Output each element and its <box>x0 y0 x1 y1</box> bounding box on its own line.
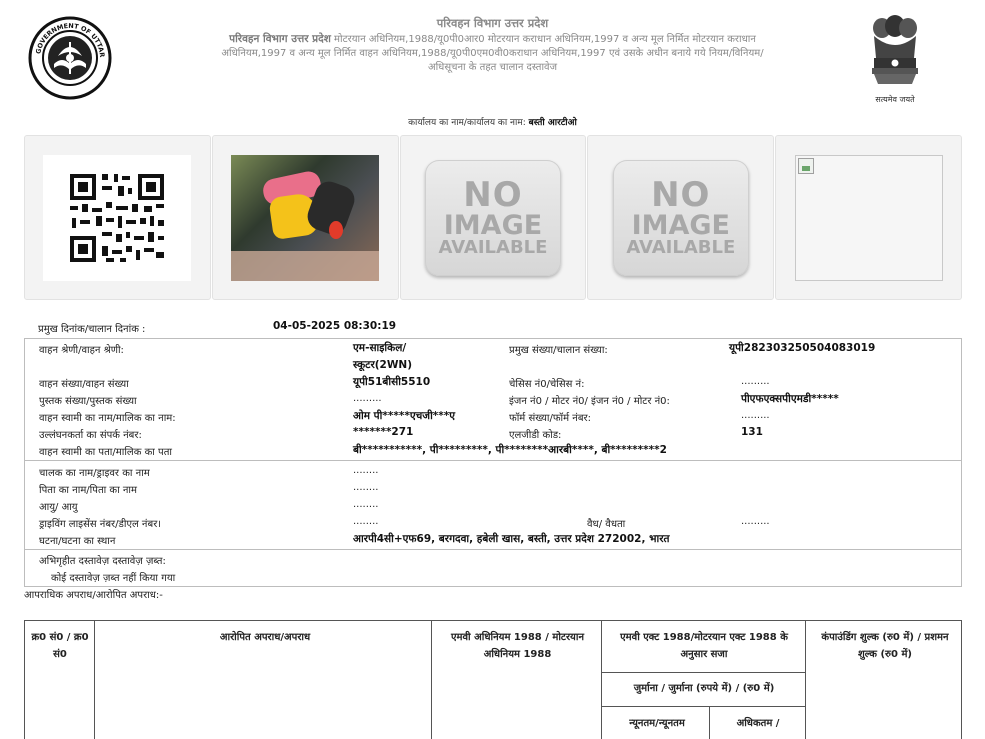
challan-no-label: प्रमुख संख्या/चालान संख्या: <box>509 345 608 356</box>
driver-info-box: चालक का नाम/ड्राइवर का नाम ........ पिता… <box>24 461 962 550</box>
place-label: घटना/घटना का स्थान <box>39 536 116 547</box>
col-act-header: एमवी अधिनियम 1988 / मोटरयान अधिनियम 1988 <box>450 632 584 660</box>
lgd-value: 131 <box>741 426 763 438</box>
emblem-of-india: सत्यमेव जयते <box>864 14 926 104</box>
col-compounding-header: कंपाउंडिंग शुल्क (रु0 में) / प्रशमन शुल्… <box>821 632 949 660</box>
qr-code[interactable] <box>43 154 192 281</box>
seized-label: अभिगृहीत दस्तावेज़ दस्तावेज़ ज़ब्त: <box>39 556 166 567</box>
header-title: परिवहन विभाग उत्तर प्रदेश <box>436 16 549 30</box>
up-government-seal-icon: GOVERNMENT OF UTTAR PRADESH <box>25 10 112 100</box>
chassis-value: ......... <box>741 376 770 387</box>
challan-details: प्रमुख दिनांक/चालान दिनांक : 04-05-2025 … <box>24 318 962 587</box>
no-image-placeholder: NO IMAGE AVAILABLE <box>424 159 561 276</box>
vehicle-class-value-2: स्कूटर(2WN) <box>353 359 413 371</box>
father-name-label: पिता का नाम/पिता का नाम <box>39 485 137 496</box>
age-value: ........ <box>353 499 379 510</box>
office-label: कार्यालय का नाम/कार्यालय का नाम: <box>408 118 526 128</box>
validity-label: वैध/ वैधता <box>587 519 626 530</box>
dl-label: ड्राइविंग लाइसेंस नंबर/डीएल नंबर। <box>39 519 162 530</box>
no-image-text: IMAGE <box>443 210 543 241</box>
vehicle-info-box: वाहन श्रेणी/वाहन श्रेणी: एम-साइकिल/ स्कू… <box>24 338 962 461</box>
ashoka-emblem-icon <box>872 15 918 84</box>
col-fine-header: जुर्माना / जुर्माना (रुपये में) / (रु0 म… <box>633 683 775 694</box>
vehicle-no-label: वाहन संख्या/वाहन संख्या <box>39 379 129 390</box>
age-label: आयु/ आयु <box>39 502 78 513</box>
qr-code-icon <box>70 173 165 262</box>
broken-image-cell <box>775 135 962 300</box>
document-header: GOVERNMENT OF UTTAR PRADESH परिवहन विभाग… <box>0 0 985 112</box>
vehicle-class-label: वाहन श्रेणी/वाहन श्रेणी: <box>39 345 124 356</box>
form-no-label: फॉर्म संख्या/फॉर्म नंबर: <box>509 413 592 424</box>
qr-cell <box>24 135 211 300</box>
col-penalty-header: एमवी एक्ट 1988/मोटरयान एक्ट 1988 के अनुस… <box>620 632 788 660</box>
no-image-cell-1: NO IMAGE AVAILABLE <box>399 135 587 300</box>
validity-value: ......... <box>741 516 770 527</box>
no-image-text: AVAILABLE <box>438 237 548 258</box>
contact-value: *******271 <box>353 426 414 438</box>
date-label: प्रमुख दिनांक/चालान दिनांक : <box>38 324 146 335</box>
col-offence-header: आरोपित अपराध/अपराध <box>219 632 311 643</box>
father-name-value: ........ <box>353 482 379 493</box>
no-image-text: NO <box>651 175 711 215</box>
vehicle-class-value: एम-साइकिल/ <box>353 342 407 354</box>
driver-name-label: चालक का नाम/ड्राइवर का नाम <box>39 468 150 479</box>
col-sno-header: क्र0 सं0 / क्र0 सं0 <box>31 632 89 660</box>
no-image-text: IMAGE <box>631 210 730 241</box>
seized-docs-box: अभिगृहीत दस्तावेज़ दस्तावेज़ ज़ब्त: कोई … <box>24 550 962 587</box>
challan-no-value: यूपी282303250504083019 <box>729 342 876 354</box>
chassis-label: चेसिस नं0/चेसिस नं: <box>509 379 585 390</box>
header-text-block: परिवहन विभाग उत्तर प्रदेश परिवहन विभाग उ… <box>210 16 775 75</box>
evidence-photo-strip: NO IMAGE AVAILABLE NO IMAGE AVAILABLE <box>24 135 962 300</box>
col-max-header: अधिकतम / <box>736 718 780 729</box>
dl-value: ........ <box>353 516 379 527</box>
lgd-label: एलजीडी कोड: <box>509 430 562 441</box>
form-no-value: ......... <box>741 410 770 421</box>
engine-value: पीएफएक्सपीएमडी***** <box>741 393 839 405</box>
owner-label: वाहन स्वामी का नाम/मालिक का नाम: <box>39 413 176 424</box>
contact-label: उल्लंघनकर्ता का संपर्क नंबर: <box>39 430 142 441</box>
header-bold-prefix: परिवहन विभाग उत्तर प्रदेश <box>229 33 331 45</box>
seized-value: कोई दस्तावेज़ ज़ब्त नहीं किया गया <box>51 573 176 584</box>
date-value: 04-05-2025 08:30:19 <box>273 320 397 332</box>
date-row: प्रमुख दिनांक/चालान दिनांक : 04-05-2025 … <box>24 318 962 338</box>
owner-address-value: बी***********, पी*********, पी********आर… <box>353 444 667 456</box>
vehicle-photo[interactable] <box>231 154 380 281</box>
no-image-placeholder: NO IMAGE AVAILABLE <box>612 159 749 276</box>
no-image-text: NO <box>463 175 523 215</box>
book-no-value: ......... <box>353 393 382 404</box>
offence-table: क्र0 सं0 / क्र0 सं0 आरोपित अपराध/अपराध ए… <box>24 620 962 739</box>
engine-label: इंजन नं0 / मोटर नं0/ इंजन नं0 / मोटर नं0… <box>509 396 670 407</box>
vehicle-no-value: यूपी51बीसी5510 <box>353 376 431 388</box>
col-min-header: न्यूनतम/न्यूनतम <box>629 718 685 729</box>
offence-section-label: आपराधिक अपराध/आरोपित अपराध:- <box>24 590 163 601</box>
book-no-label: पुस्तक संख्या/पुस्तक संख्या <box>39 396 137 407</box>
broken-image-icon <box>797 157 814 174</box>
owner-address-label: वाहन स्वामी का पता/मालिक का पता <box>39 447 172 458</box>
no-image-text: AVAILABLE <box>626 237 736 258</box>
place-value: आरपी4सी+एफ69, बरगदवा, हबेली खास, बस्ती, … <box>353 533 670 545</box>
owner-value: ओम पी*****एचजी***ए <box>353 410 456 422</box>
broken-image <box>794 154 943 281</box>
driver-name-value: ........ <box>353 465 379 476</box>
no-image-cell-2: NO IMAGE AVAILABLE <box>587 135 775 300</box>
vehicle-photo-cell <box>211 135 399 300</box>
office-value: बस्ती आरटीओ <box>528 118 577 128</box>
office-name-line: कार्यालय का नाम/कार्यालय का नाम: बस्ती आ… <box>0 115 985 128</box>
emblem-motto: सत्यमेव जयते <box>875 95 915 104</box>
